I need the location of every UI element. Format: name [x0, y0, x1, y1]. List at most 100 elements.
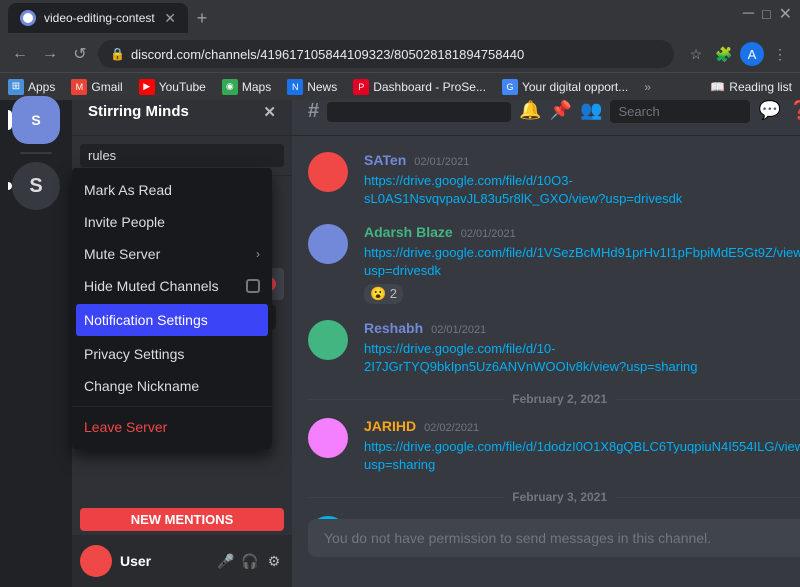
- channel-title-box: [327, 102, 511, 122]
- maximize-button[interactable]: □: [762, 6, 770, 22]
- hide-muted-checkbox[interactable]: [246, 279, 260, 293]
- server-list-divider: [20, 152, 52, 154]
- message-timestamp-4: 02/02/2021: [424, 422, 479, 434]
- date-line-right: [615, 399, 800, 400]
- svg-text:S: S: [31, 112, 40, 128]
- new-mentions-bar[interactable]: NEW MENTIONS: [80, 508, 284, 531]
- message-4: JARIHD 02/02/2021 https://drive.google.c…: [308, 418, 800, 474]
- context-menu: Mark As Read Invite People Mute Server ›…: [72, 168, 272, 449]
- search-placeholder: Search: [618, 104, 659, 119]
- back-button[interactable]: ←: [8, 42, 32, 66]
- new-tab-button[interactable]: +: [188, 4, 216, 32]
- reaction-container: 😮 2: [364, 284, 800, 304]
- message-link-1[interactable]: https://drive.google.com/file/d/10O3-sL0…: [364, 173, 682, 206]
- message-content-4: JARIHD 02/02/2021 https://drive.google.c…: [364, 418, 800, 474]
- channel-filter-text: rules: [88, 148, 116, 163]
- server-indicator-1: [8, 182, 12, 190]
- apps-label: Apps: [28, 80, 55, 94]
- date-line-left: [308, 399, 504, 400]
- message-avatar-3: [308, 320, 348, 360]
- channel-filter-box[interactable]: rules: [80, 144, 284, 167]
- context-mark-as-read[interactable]: Mark As Read: [72, 174, 272, 206]
- bookmark-youtube[interactable]: ▶ YouTube: [139, 79, 206, 95]
- context-hide-muted[interactable]: Hide Muted Channels: [72, 270, 272, 302]
- mark-as-read-label: Mark As Read: [84, 182, 172, 198]
- browser-actions: ☆ 🧩 A ⋮: [684, 42, 792, 66]
- reading-list-button[interactable]: 📖 Reading list: [710, 80, 792, 94]
- pin-button[interactable]: 📌: [550, 100, 572, 123]
- context-mute-server[interactable]: Mute Server ›: [72, 238, 272, 270]
- chat-header-actions: 🔔 📌 👥 Search 💬 ❓: [519, 100, 800, 123]
- star-button[interactable]: ☆: [684, 42, 708, 66]
- bookmark-gmail[interactable]: M Gmail: [71, 79, 122, 95]
- account-button[interactable]: A: [740, 42, 764, 66]
- url-text: discord.com/channels/419617105844109323/…: [131, 47, 524, 62]
- context-change-nickname[interactable]: Change Nickname: [72, 370, 272, 402]
- bookmark-google[interactable]: G Your digital opport...: [502, 79, 628, 95]
- message-author-4: JARIHD: [364, 418, 416, 434]
- chat-input-area: You do not have permission to send messa…: [292, 519, 800, 587]
- message-header-1: SATen 02/01/2021: [364, 152, 800, 168]
- message-header-4: JARIHD 02/02/2021: [364, 418, 800, 434]
- context-leave-server[interactable]: Leave Server: [72, 411, 272, 443]
- more-bookmarks-button[interactable]: »: [644, 80, 651, 94]
- date-separator-1: February 2, 2021: [308, 392, 800, 406]
- reload-button[interactable]: ↺: [68, 42, 92, 66]
- server-header-chevron: ✕: [263, 103, 276, 121]
- message-2: Adarsh Blaze 02/01/2021 https://drive.go…: [308, 224, 800, 304]
- server-active-indicator: [8, 110, 12, 130]
- bookmarks-bar: ⊞ Apps M Gmail ▶ YouTube ◉ Maps N News P…: [0, 72, 800, 100]
- change-nickname-label: Change Nickname: [84, 378, 199, 394]
- google-label: Your digital opport...: [522, 80, 628, 94]
- bookmark-apps[interactable]: ⊞ Apps: [8, 79, 55, 95]
- close-button[interactable]: ✕: [779, 4, 792, 24]
- chat-input: You do not have permission to send messa…: [308, 519, 800, 557]
- server-icon-1[interactable]: S: [12, 162, 60, 210]
- leave-server-label: Leave Server: [84, 419, 167, 435]
- maps-label: Maps: [242, 80, 271, 94]
- settings-button[interactable]: ⚙: [264, 551, 284, 571]
- context-notification-settings[interactable]: Notification Settings: [76, 304, 268, 336]
- menu-button[interactable]: ⋮: [768, 42, 792, 66]
- deafen-button[interactable]: 🎧: [240, 551, 260, 571]
- message-timestamp-1: 02/01/2021: [414, 156, 469, 168]
- bookmark-maps[interactable]: ◉ Maps: [222, 79, 271, 95]
- bookmark-dashboard[interactable]: P Dashboard - ProSe...: [353, 79, 486, 95]
- message-content-3: Reshabh 02/01/2021 https://drive.google.…: [364, 320, 800, 376]
- news-label: News: [307, 80, 337, 94]
- url-box[interactable]: 🔒 discord.com/channels/41961710584410932…: [98, 40, 674, 68]
- message-content-2: Adarsh Blaze 02/01/2021 https://drive.go…: [364, 224, 800, 304]
- minimize-button[interactable]: ─: [743, 5, 754, 23]
- context-menu-divider: [72, 406, 272, 407]
- search-box[interactable]: Search: [610, 100, 750, 123]
- message-link-3[interactable]: https://drive.google.com/file/d/10-2I7JG…: [364, 341, 697, 374]
- message-link-2[interactable]: https://drive.google.com/file/d/1VSezBcM…: [364, 245, 800, 278]
- privacy-settings-label: Privacy Settings: [84, 346, 184, 362]
- date-text-1: February 2, 2021: [512, 392, 607, 406]
- inbox-button[interactable]: 💬: [758, 100, 780, 123]
- puzzle-button[interactable]: 🧩: [712, 42, 736, 66]
- tab-close-button[interactable]: ✕: [164, 10, 176, 27]
- channel-hash-header: #: [308, 100, 319, 123]
- reaction-1[interactable]: 😮 2: [364, 284, 403, 304]
- dashboard-label: Dashboard - ProSe...: [373, 80, 486, 94]
- message-timestamp-3: 02/01/2021: [431, 324, 486, 336]
- active-tab[interactable]: video-editing-contest ✕: [8, 3, 188, 33]
- context-privacy-settings[interactable]: Privacy Settings: [72, 338, 272, 370]
- apps-icon: ⊞: [8, 79, 24, 95]
- server-list: S S: [0, 88, 72, 587]
- gmail-label: Gmail: [91, 80, 122, 94]
- context-invite-people[interactable]: Invite People: [72, 206, 272, 238]
- message-3: Reshabh 02/01/2021 https://drive.google.…: [308, 320, 800, 376]
- message-header-3: Reshabh 02/01/2021: [364, 320, 800, 336]
- message-link-4[interactable]: https://drive.google.com/file/d/1dodzI0O…: [364, 439, 800, 472]
- members-button[interactable]: 👥: [580, 100, 602, 123]
- discord-home-button[interactable]: S: [12, 96, 60, 144]
- notification-settings-label: Notification Settings: [84, 312, 208, 328]
- help-button[interactable]: ❓: [789, 100, 800, 123]
- user-controls: 🎤 🎧 ⚙: [216, 551, 284, 571]
- mute-button[interactable]: 🎤: [216, 551, 236, 571]
- forward-button[interactable]: →: [38, 42, 62, 66]
- bookmark-news[interactable]: N News: [287, 79, 337, 95]
- bell-button[interactable]: 🔔: [519, 100, 541, 123]
